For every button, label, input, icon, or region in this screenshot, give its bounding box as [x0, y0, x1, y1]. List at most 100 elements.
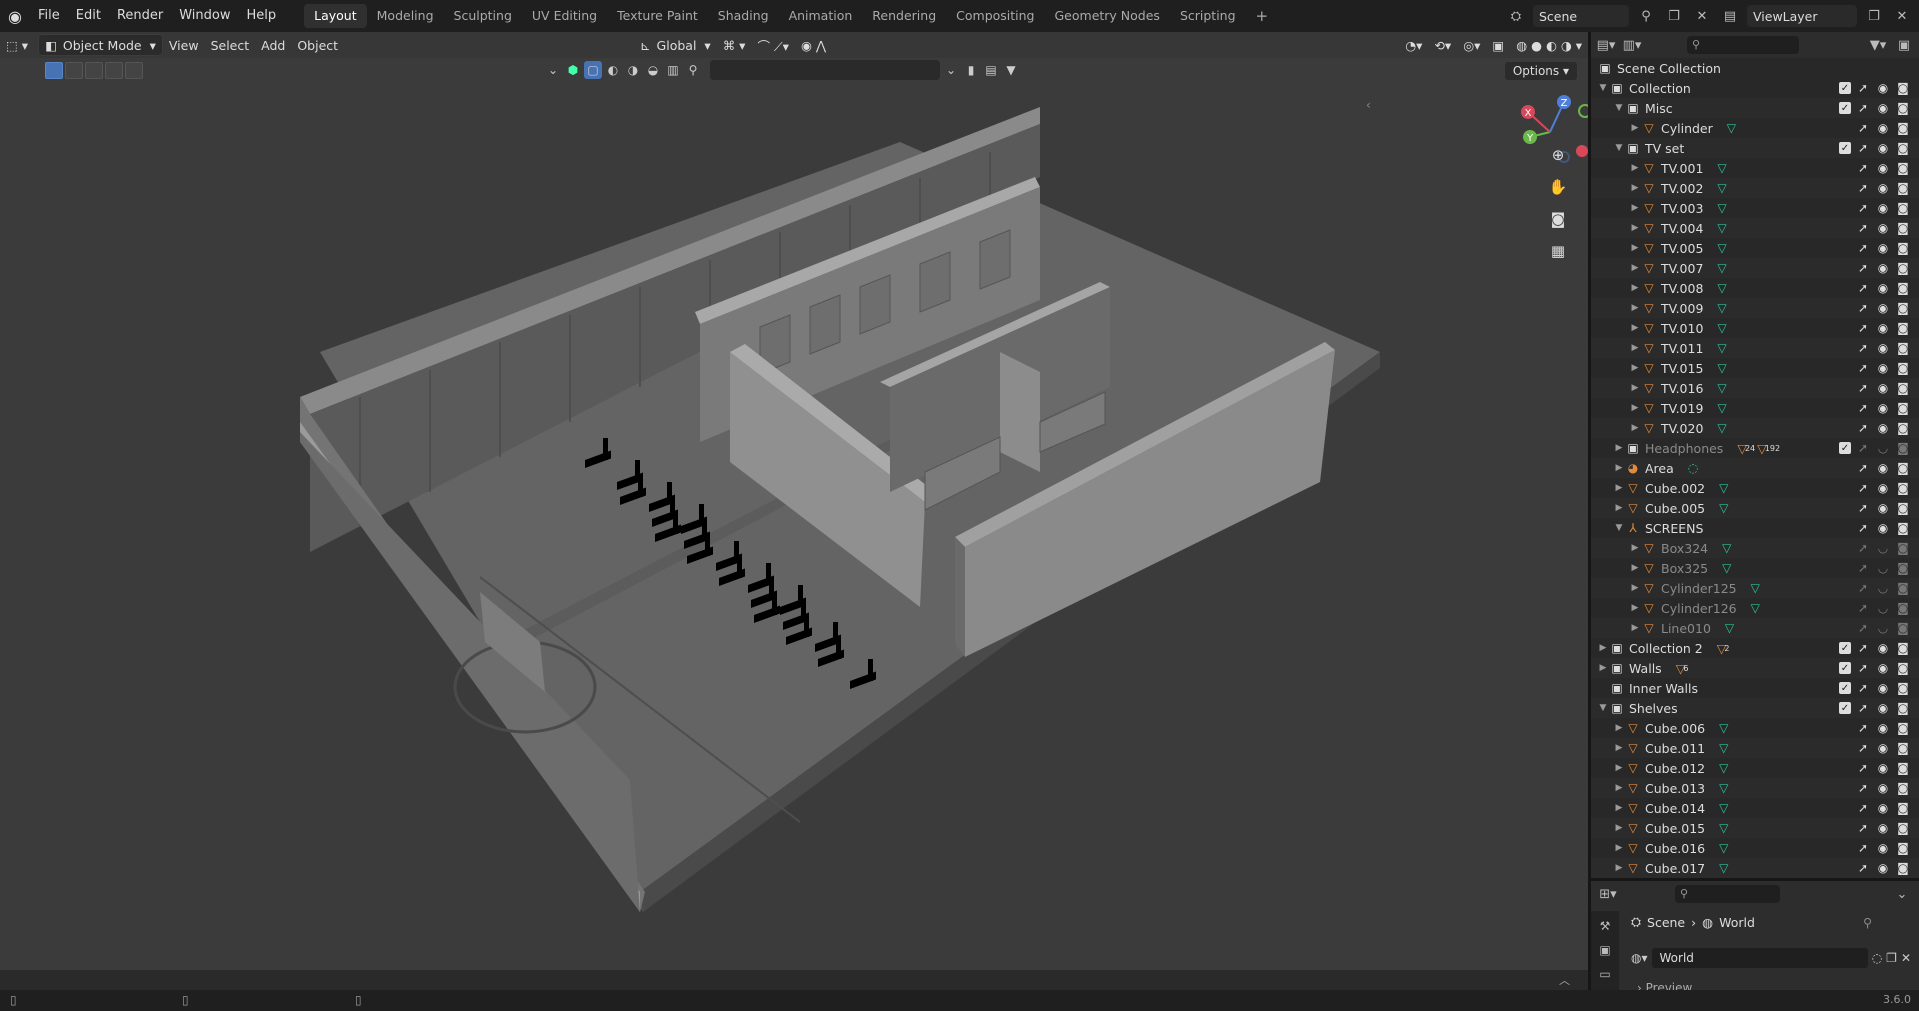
eye-closed-icon[interactable]: ◡: [1875, 541, 1891, 555]
shading-modes[interactable]: ◍ ● ◐ ◑ ▾: [1510, 34, 1588, 56]
expand-right-icon[interactable]: ▶: [1629, 583, 1641, 593]
eye-icon[interactable]: ◉: [1875, 421, 1891, 435]
viewport-search-input[interactable]: [710, 60, 940, 80]
outliner-row[interactable]: ▼ ▣ Shelves ✓ ➚ ◉ ◙: [1591, 698, 1919, 718]
selectable-arrow-icon[interactable]: ➚: [1855, 301, 1871, 315]
chevron-up-icon[interactable]: ︿: [1559, 972, 1570, 988]
view-layer-icon[interactable]: ▤: [1719, 5, 1741, 27]
pivot-icon[interactable]: ⌘ ▾: [717, 34, 752, 56]
eye-icon[interactable]: ◉: [1875, 241, 1891, 255]
mesh-data-icon[interactable]: ▽: [1719, 501, 1728, 515]
eye-icon[interactable]: ◉: [1875, 161, 1891, 175]
unlink-icon[interactable]: ✕: [1901, 951, 1911, 965]
render-camera-icon[interactable]: ◙: [1895, 381, 1911, 395]
selectable-arrow-icon[interactable]: ➚: [1855, 761, 1871, 775]
expand-right-icon[interactable]: ▶: [1629, 263, 1641, 273]
meta-filter-icon[interactable]: ◒: [644, 61, 662, 79]
render-camera-icon[interactable]: ◙: [1895, 241, 1911, 255]
eye-icon[interactable]: ◉: [1875, 401, 1891, 415]
render-camera-icon[interactable]: ◙: [1895, 721, 1911, 735]
render-camera-icon[interactable]: ◙: [1895, 581, 1911, 595]
scene-collection-row[interactable]: ▣ Scene Collection: [1591, 58, 1919, 78]
mesh-data-icon[interactable]: ▽: [1717, 261, 1726, 275]
selectable-arrow-icon[interactable]: ➚: [1855, 661, 1871, 675]
render-camera-icon[interactable]: ◙: [1895, 141, 1911, 155]
viewport-menu-view[interactable]: View: [163, 34, 205, 56]
selectable-arrow-icon[interactable]: ➚: [1855, 561, 1871, 575]
expand-right-icon[interactable]: ▶: [1629, 343, 1641, 353]
mesh-data-icon[interactable]: ▽: [1717, 221, 1726, 235]
eye-icon[interactable]: ◉: [1875, 861, 1891, 875]
eye-icon[interactable]: ◉: [1875, 481, 1891, 495]
selectable-arrow-icon[interactable]: ➚: [1855, 581, 1871, 595]
selectable-arrow-icon[interactable]: ➚: [1855, 481, 1871, 495]
eye-icon[interactable]: ◉: [1875, 301, 1891, 315]
mesh-data-icon[interactable]: ▽: [1717, 361, 1726, 375]
outliner-row[interactable]: ▶ ▽ TV.007 ▽ ➚ ◉ ◙: [1591, 258, 1919, 278]
render-camera-icon[interactable]: ◙: [1895, 281, 1911, 295]
selectable-arrow-icon[interactable]: ➚: [1855, 361, 1871, 375]
expand-down-icon[interactable]: ▼: [1613, 103, 1625, 113]
exclude-checkbox[interactable]: ✓: [1839, 702, 1851, 714]
eye-icon[interactable]: ◉: [1875, 821, 1891, 835]
render-camera-icon[interactable]: ◙: [1895, 321, 1911, 335]
expand-down-icon[interactable]: ▼: [1613, 143, 1625, 153]
menu-file[interactable]: File: [30, 0, 68, 32]
scene-icon[interactable]: ⛭: [1505, 5, 1527, 27]
render-tab-icon[interactable]: ▣: [1599, 943, 1610, 957]
mesh-data-icon[interactable]: ▽: [1717, 401, 1726, 415]
gizmo-icon[interactable]: ⟲▾: [1428, 34, 1457, 56]
light-data-icon[interactable]: ◌: [1688, 461, 1698, 475]
outliner-row[interactable]: ▶ ▽ Cube.016 ▽ ➚ ◉ ◙: [1591, 838, 1919, 858]
render-camera-icon[interactable]: ◙: [1895, 801, 1911, 815]
render-camera-icon[interactable]: ◙: [1895, 541, 1911, 555]
orientation-select[interactable]: ⊾ Global ▾: [634, 34, 717, 56]
outliner-row[interactable]: ▶ ▽ Cube.015 ▽ ➚ ◉ ◙: [1591, 818, 1919, 838]
chevron-down-icon[interactable]: ⌄: [544, 61, 562, 79]
selectable-arrow-icon[interactable]: ➚: [1855, 381, 1871, 395]
eye-icon[interactable]: ◉: [1875, 801, 1891, 815]
render-camera-icon[interactable]: ◙: [1895, 201, 1911, 215]
exclude-checkbox[interactable]: ✓: [1839, 102, 1851, 114]
world-browse-icon[interactable]: ◍▾: [1631, 951, 1648, 965]
expand-right-icon[interactable]: ▶: [1629, 203, 1641, 213]
visibility-icon[interactable]: ◔▾: [1399, 34, 1428, 56]
eye-icon[interactable]: ◉: [1875, 181, 1891, 195]
eye-icon[interactable]: ◉: [1875, 361, 1891, 375]
chevron-down-icon[interactable]: ⌄: [1891, 883, 1913, 905]
selectable-arrow-icon[interactable]: ➚: [1855, 741, 1871, 755]
mesh-data-icon[interactable]: ▽: [1719, 841, 1728, 855]
expand-right-icon[interactable]: ▶: [1629, 223, 1641, 233]
selectable-arrow-icon[interactable]: ➚: [1855, 201, 1871, 215]
eye-icon[interactable]: ◉: [1875, 681, 1891, 695]
expand-right-icon[interactable]: ▶: [1613, 503, 1625, 513]
object-types-icon[interactable]: ⬢: [564, 61, 582, 79]
viewport-menu-select[interactable]: Select: [205, 34, 256, 56]
tool-tab-icon[interactable]: ⚒: [1600, 919, 1611, 933]
outliner-row[interactable]: ▼ ⅄ SCREENS ➚ ◉ ◙: [1591, 518, 1919, 538]
eye-icon[interactable]: ◉: [1875, 281, 1891, 295]
pin-icon[interactable]: ⚲: [1863, 915, 1872, 930]
expand-right-icon[interactable]: ▶: [1613, 743, 1625, 753]
eye-icon[interactable]: ◉: [1875, 521, 1891, 535]
eye-icon[interactable]: ◉: [1875, 261, 1891, 275]
mesh-data-icon[interactable]: ▽: [1719, 801, 1728, 815]
outliner-row[interactable]: ▶ ▽ TV.004 ▽ ➚ ◉ ◙: [1591, 218, 1919, 238]
mesh-data-icon[interactable]: ▽: [1717, 281, 1726, 295]
mode-select[interactable]: ◧ Object Mode ▾: [38, 34, 163, 56]
outliner-row[interactable]: ▶ ▽ Box324 ▽ ➚ ◡ ◙: [1591, 538, 1919, 558]
select-intersect-icon[interactable]: [125, 62, 143, 79]
outliner-row[interactable]: ▶ ▽ TV.020 ▽ ➚ ◉ ◙: [1591, 418, 1919, 438]
mesh-data-icon[interactable]: ▽: [1722, 541, 1731, 555]
render-camera-icon[interactable]: ◙: [1895, 361, 1911, 375]
render-camera-icon[interactable]: ◙: [1895, 81, 1911, 95]
outliner-row[interactable]: ▶ ▽ Cube.006 ▽ ➚ ◉ ◙: [1591, 718, 1919, 738]
mesh-data-icon[interactable]: ▽: [1717, 421, 1726, 435]
outliner-row[interactable]: ▶ ▽ Cube.013 ▽ ➚ ◉ ◙: [1591, 778, 1919, 798]
render-camera-icon[interactable]: ◙: [1895, 101, 1911, 115]
proportional-icon[interactable]: ◉ ⋀: [795, 34, 832, 56]
eye-icon[interactable]: ◉: [1875, 781, 1891, 795]
render-camera-icon[interactable]: ◙: [1895, 461, 1911, 475]
outliner-row[interactable]: ▶ ▽ Cylinder125 ▽ ➚ ◡ ◙: [1591, 578, 1919, 598]
outliner-row[interactable]: ▶ ▽ Cylinder126 ▽ ➚ ◡ ◙: [1591, 598, 1919, 618]
